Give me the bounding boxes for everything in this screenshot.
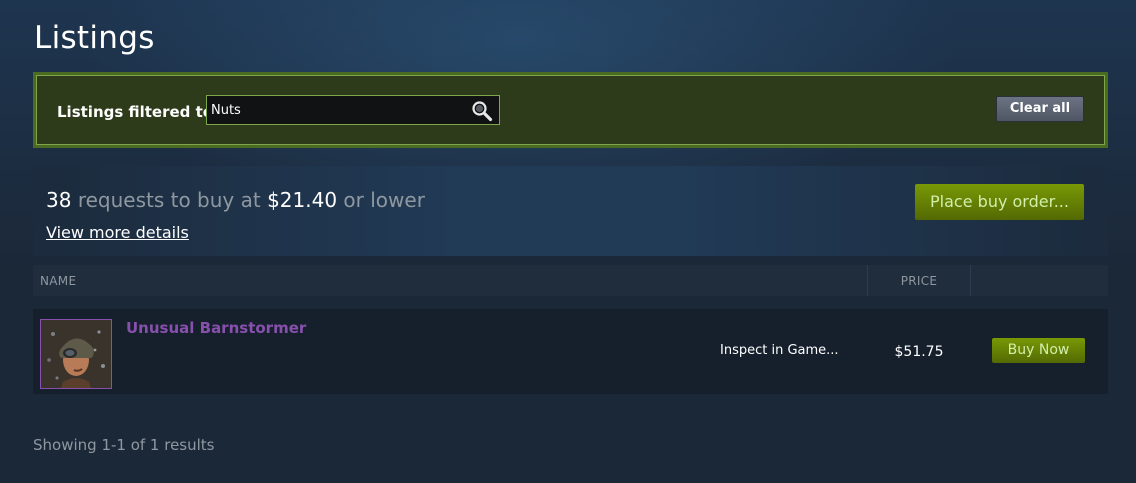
results-count: Showing 1-1 of 1 results	[33, 436, 215, 454]
filter-label: Listings filtered to:	[57, 103, 220, 121]
buy-summary-suffix: or lower	[343, 188, 425, 212]
buy-order-price: $21.40	[267, 188, 338, 212]
buy-summary-text: requests to buy at	[77, 188, 261, 212]
listing-row: Unusual Barnstormer Inspect in Game... $…	[33, 309, 1108, 394]
column-divider	[970, 265, 971, 296]
buy-order-panel: 38 requests to buy at $21.40 or lower Vi…	[33, 166, 1108, 256]
clear-all-button[interactable]: Clear all	[996, 96, 1084, 122]
place-buy-order-button[interactable]: Place buy order...	[915, 184, 1084, 220]
buy-request-count: 38	[46, 188, 72, 212]
inspect-in-game-link[interactable]: Inspect in Game...	[720, 343, 839, 358]
view-more-details-link[interactable]: View more details	[46, 223, 189, 242]
buy-now-button[interactable]: Buy Now	[992, 338, 1085, 363]
item-name-link[interactable]: Unusual Barnstormer	[126, 319, 306, 337]
listings-table-header: NAME PRICE	[33, 265, 1108, 296]
column-header-price: PRICE	[900, 274, 938, 288]
listings-page: Listings Listings filtered to: Clear all…	[0, 0, 1136, 483]
page-title: Listings	[34, 20, 155, 56]
listing-price: $51.75	[894, 344, 944, 360]
search-icon[interactable]	[471, 100, 493, 122]
column-header-name: NAME	[40, 274, 77, 288]
buy-order-summary: 38 requests to buy at $21.40 or lower	[46, 188, 425, 212]
item-image[interactable]	[40, 319, 112, 389]
filter-bar-inner: Listings filtered to: Clear all	[36, 75, 1105, 145]
filter-search-input[interactable]	[206, 95, 500, 125]
filter-bar: Listings filtered to: Clear all	[33, 72, 1108, 148]
barnstormer-hat-image	[41, 320, 111, 388]
